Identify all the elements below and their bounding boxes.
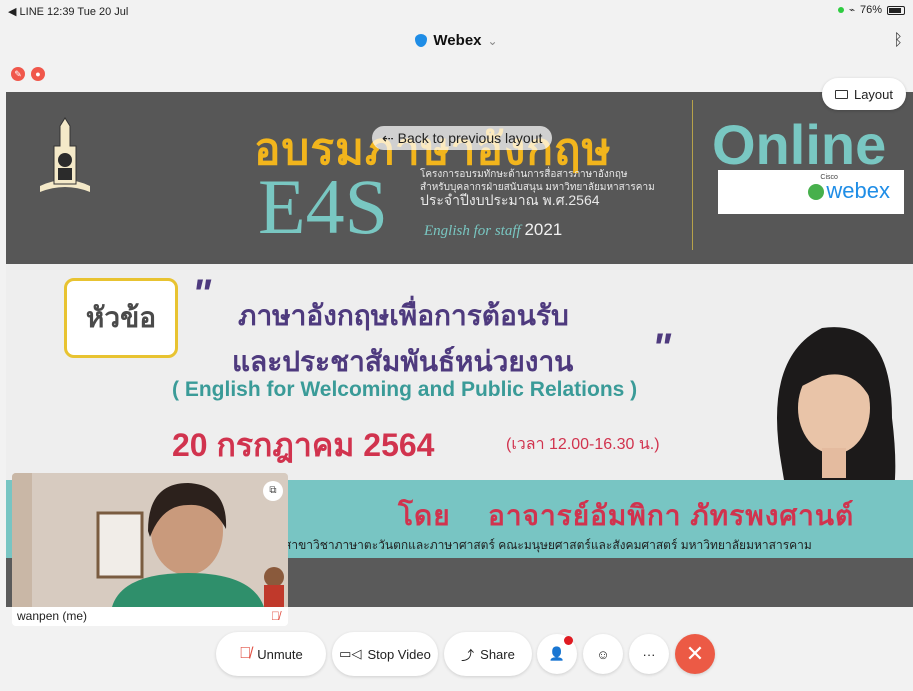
webex-ball-icon xyxy=(808,184,825,201)
share-label: Share xyxy=(480,646,515,662)
self-view[interactable]: ⧉ wanpen (me) 🎙̸ xyxy=(12,473,288,626)
slide-online: Online xyxy=(712,113,887,176)
layout-button[interactable]: Layout xyxy=(822,78,906,110)
muted-mic-icon: 🎙̸ xyxy=(271,609,280,623)
quote-open-icon: " xyxy=(192,272,211,316)
stop-video-button[interactable]: ▭◁ Stop Video xyxy=(332,632,438,676)
slide-e4s: E4S xyxy=(258,163,389,250)
mic-muted-icon: 🎙̸ xyxy=(239,645,252,662)
status-left: ◀ LINE 12:39 Tue 20 Jul xyxy=(8,6,129,18)
share-icon: ⤴ xyxy=(461,647,475,663)
university-seal-icon xyxy=(40,117,90,192)
back-label: Back to previous layout xyxy=(397,130,543,146)
title-bar: Webex ⌄ ᛒ xyxy=(0,26,913,56)
more-options-button[interactable]: ··· xyxy=(629,634,669,674)
unmute-label: Unmute xyxy=(257,646,303,662)
project-description: โครงการอบรมทักษะด้านการสื่อสารภาษาอังกฤษ… xyxy=(420,168,655,207)
self-name: wanpen (me) xyxy=(12,607,288,626)
topic-english: ( English for Welcoming and Public Relat… xyxy=(172,378,638,401)
back-to-previous-layout-button[interactable]: ⇠ Back to previous layout xyxy=(372,126,553,150)
notification-dot xyxy=(564,636,573,645)
by-label: โดย xyxy=(398,500,451,531)
webex-logo-box: Cisco webex xyxy=(718,170,904,214)
lecturer-name: อาจารย์อัมพิกา ภัทรพงศานต์ xyxy=(488,500,855,531)
webex-logo: Cisco webex xyxy=(808,174,890,204)
divider xyxy=(692,100,693,250)
back-arrow-icon: ⇠ xyxy=(382,130,398,146)
close-icon: ✕ xyxy=(685,641,705,666)
topic-label: หัวข้อ xyxy=(64,278,178,358)
topic-line-1: ภาษาอังกฤษเพื่อการต้อนรับ xyxy=(238,300,569,331)
reactions-button[interactable]: ☺ xyxy=(583,634,623,674)
project-line-3: ประจำปีงบประมาณ พ.ศ.2564 xyxy=(420,192,600,208)
layout-icon xyxy=(834,89,848,99)
webex-text: webex xyxy=(826,178,890,203)
bluetooth-icon[interactable]: ᛒ xyxy=(893,32,903,50)
more-icon: ··· xyxy=(642,646,656,662)
participants-button[interactable]: 👤 xyxy=(537,634,577,674)
english-for-staff-text: English for staff xyxy=(424,223,521,239)
recording-indicators: ✎ ● xyxy=(11,67,45,81)
share-button[interactable]: ⤴ Share xyxy=(444,632,532,676)
self-video xyxy=(12,473,288,607)
chevron-down-icon: ⌄ xyxy=(487,33,498,48)
shield-icon xyxy=(415,34,428,47)
link-icon: ⌁ xyxy=(848,4,855,16)
sharing-indicator-icon[interactable]: ✎ xyxy=(11,67,25,81)
battery-icon xyxy=(887,5,905,15)
slide-date: 20 กรกฎาคม 2564 xyxy=(172,427,435,463)
recording-indicator-icon[interactable]: ● xyxy=(31,67,45,81)
smiley-icon: ☺ xyxy=(596,646,610,662)
app-title: Webex xyxy=(433,32,482,49)
pop-out-icon[interactable]: ⧉ xyxy=(263,481,283,501)
webex-screen: ◀ LINE 12:39 Tue 20 Jul ⌁ 76% Webex ⌄ ᛒ … xyxy=(0,0,913,691)
camera-in-use-icon xyxy=(837,7,844,13)
meeting-title[interactable]: Webex ⌄ xyxy=(415,32,498,49)
layout-label: Layout xyxy=(853,86,894,102)
slide-header: อบรมภาษาอังกฤษ E4S โครงการอบรมทักษะด้านก… xyxy=(6,92,913,264)
slide-topic: หัวข้อ " ภาษาอังกฤษเพื่อการต้อนรับ และปร… xyxy=(6,264,913,607)
lecturer-department: สาขาวิชาภาษาตะวันตกและภาษาศาสตร์ คณะมนุษ… xyxy=(284,538,812,552)
quote-close-icon: " xyxy=(652,326,671,370)
leave-meeting-button[interactable]: ✕ xyxy=(675,634,715,674)
cisco-text: Cisco xyxy=(820,174,838,181)
control-bar: 🎙̸ Unmute ▭◁ Stop Video ⤴ Share 👤 ☺ ··· … xyxy=(0,630,913,678)
english-for-staff: English for staff 2021 xyxy=(424,220,562,240)
project-line-1: โครงการอบรมทักษะด้านการสื่อสารภาษาอังกฤษ xyxy=(420,169,628,180)
battery-percent: 76% xyxy=(859,4,882,16)
participants-icon: 👤 xyxy=(548,646,566,661)
unmute-button[interactable]: 🎙̸ Unmute xyxy=(216,632,326,676)
english-for-staff-year: 2021 xyxy=(524,220,563,239)
status-right: ⌁ 76% xyxy=(837,4,905,16)
stop-video-label: Stop Video xyxy=(367,646,431,662)
status-bar: ◀ LINE 12:39 Tue 20 Jul ⌁ 76% xyxy=(0,0,913,22)
slide-time: (เวลา 12.00-16.30 น.) xyxy=(506,436,660,453)
video-camera-icon: ▭◁ xyxy=(339,646,362,661)
